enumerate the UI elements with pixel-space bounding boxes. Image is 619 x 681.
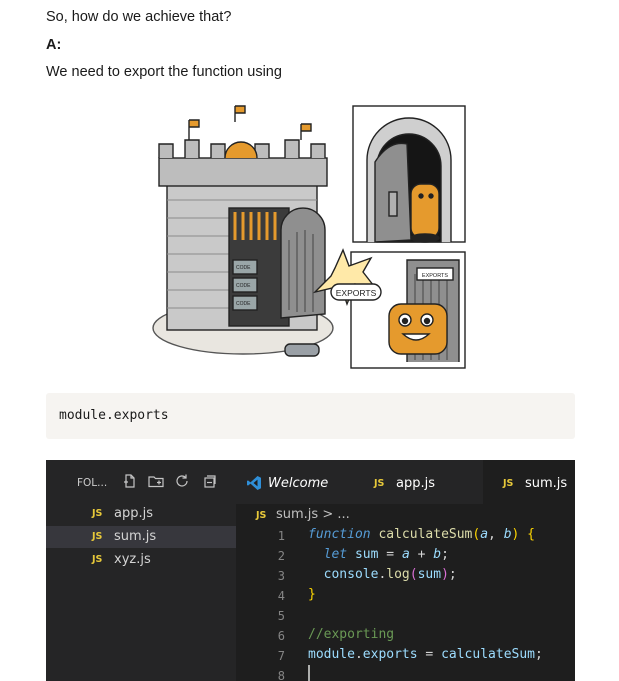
file-name: xyz.js (114, 552, 151, 567)
code-token: ( (409, 567, 418, 582)
js-file-icon: JS (92, 508, 103, 519)
code-token: a (480, 527, 489, 542)
editor-tabs: Welcome JS app.js JS sum.js (236, 460, 575, 504)
question-text: So, how do we achieve that? (46, 9, 232, 25)
line-number: 3 (277, 569, 285, 583)
explorer-header: FOL... (46, 460, 236, 504)
code-line: let sum = a + b; (308, 547, 449, 562)
tab-sum-js[interactable]: JS sum.js (483, 460, 575, 504)
tab-label: sum.js (525, 476, 568, 491)
new-folder-icon[interactable] (148, 473, 164, 489)
file-name: app.js (114, 506, 153, 521)
svg-text:EXPORTS: EXPORTS (422, 273, 449, 279)
new-file-icon[interactable] (122, 473, 138, 489)
vscode-logo-icon (247, 476, 261, 490)
code-token: exports (362, 647, 418, 662)
file-item-app-js[interactable]: JS app.js (46, 503, 236, 525)
answer-label: A: (46, 37, 62, 53)
code-line: function calculateSum(a, b) { (308, 527, 535, 542)
code-token: b (433, 547, 442, 562)
code-line: } (308, 587, 316, 602)
code-token: module (308, 647, 355, 662)
explorer-sidebar: FOL... JS app.js JS sum.js JS xyz.js (46, 460, 236, 681)
code-token: , (488, 527, 504, 542)
code-token: calculateSum (378, 527, 473, 542)
line-number: 1 (277, 529, 285, 543)
top-door-panel (352, 105, 466, 243)
folder-label[interactable]: FOL... (77, 477, 107, 489)
code-token: { (527, 527, 535, 542)
code-token: = (417, 647, 442, 662)
js-file-icon: JS (92, 554, 103, 565)
refresh-icon[interactable] (174, 473, 190, 489)
code-token: sum (417, 567, 442, 582)
code-token: console (323, 567, 379, 582)
line-number: 4 (277, 589, 285, 603)
tab-app-js[interactable]: JS app.js (356, 460, 483, 504)
line-number: 8 (277, 669, 285, 681)
tab-label: Welcome (268, 476, 329, 491)
line-number: 2 (277, 549, 285, 563)
code-token: function (308, 527, 371, 542)
bottom-exports-panel (312, 248, 466, 369)
castle-scene (152, 105, 334, 357)
code-token: //exporting (308, 627, 395, 642)
code-token: = (378, 547, 402, 562)
vscode-editor: FOL... JS app.js JS sum.js JS xyz.js Wel… (46, 460, 575, 681)
file-name: sum.js (114, 529, 157, 544)
code-token: ; (448, 567, 457, 582)
code-snippet: module.exports (46, 393, 575, 439)
svg-text:EXPORTS: EXPORTS (336, 288, 377, 298)
line-number: 6 (277, 629, 285, 643)
code-token: ; (535, 647, 543, 662)
collapse-icon[interactable] (202, 473, 218, 489)
breadcrumb-path[interactable]: sum.js > ... (276, 507, 350, 522)
code-snippet-text: module.exports (59, 408, 169, 423)
tab-welcome[interactable]: Welcome (236, 460, 356, 504)
code-line: //exporting (308, 627, 394, 642)
code-token: log (386, 567, 410, 582)
svg-text:CODE: CODE (236, 283, 251, 289)
code-line: module.exports = calculateSum; (308, 647, 543, 662)
code-token: } (308, 587, 316, 602)
file-item-xyz-js[interactable]: JS xyz.js (46, 549, 236, 571)
js-file-icon: JS (92, 531, 103, 542)
js-file-icon: JS (503, 478, 514, 489)
js-file-icon: JS (374, 478, 385, 489)
code-token: b (503, 527, 512, 542)
line-number: 5 (277, 609, 285, 623)
tab-label: app.js (396, 476, 435, 491)
svg-text:CODE: CODE (236, 301, 251, 307)
code-token: + (409, 547, 434, 562)
code-token: ) (441, 567, 449, 582)
explanation-text: We need to export the function using (46, 64, 282, 80)
code-token: . (354, 647, 363, 662)
castle-exports-illustration: CODE CODE CODE EXPORTS EXPORTS (152, 105, 466, 369)
code-token: sum (354, 547, 379, 562)
svg-text:CODE: CODE (236, 265, 251, 271)
code-token: a (401, 547, 410, 562)
code-line: console.log(sum); (308, 567, 457, 582)
file-item-sum-js[interactable]: JS sum.js (46, 526, 236, 548)
code-token: let (323, 547, 348, 562)
code-token: ; (441, 547, 449, 562)
code-token: calculateSum (441, 647, 535, 662)
js-file-icon: JS (256, 510, 267, 521)
text-cursor (308, 665, 310, 681)
line-number: 7 (277, 649, 285, 663)
